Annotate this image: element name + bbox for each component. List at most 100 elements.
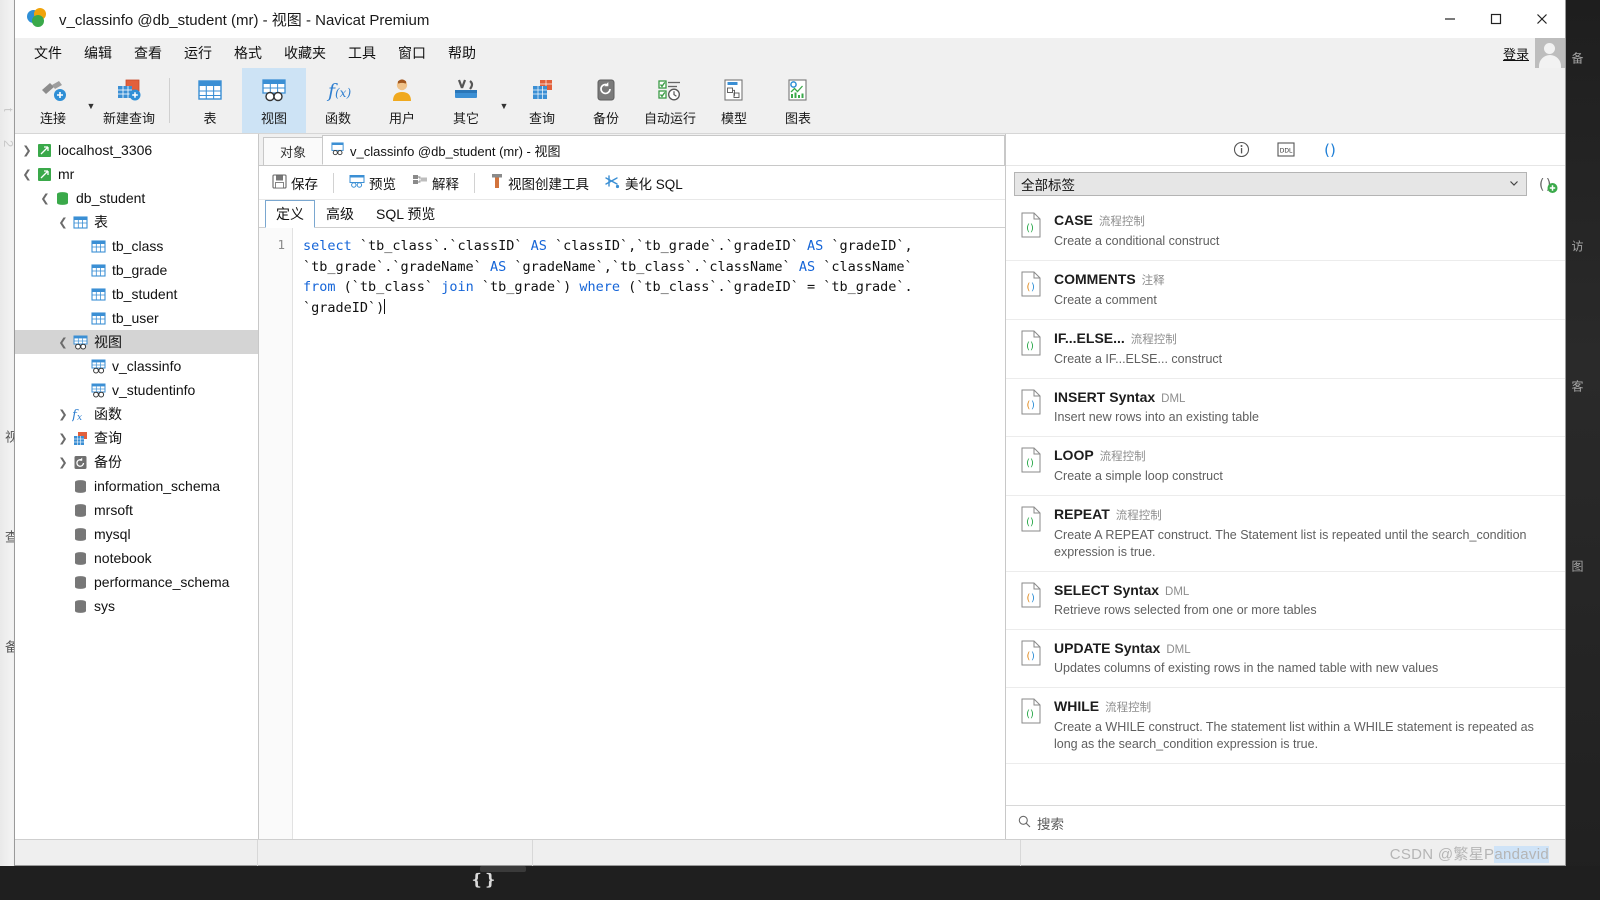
list-item[interactable]: () LOOP 流程控制 Create a simple loop constru… [1006, 437, 1565, 496]
toolbar-query[interactable]: 查询 [510, 68, 574, 133]
toolbar-user[interactable]: 用户 [370, 68, 434, 133]
menu-help[interactable]: 帮助 [437, 39, 487, 67]
tree-item-views-folder[interactable]: ❮ 视图 [15, 330, 258, 354]
tree-item-v_studentinfo[interactable]: ❯ v_studentinfo [15, 378, 258, 402]
chevron-down-icon[interactable]: ❮ [55, 216, 71, 229]
connection-dropdown-caret-icon[interactable]: ▼ [85, 68, 97, 133]
list-item[interactable]: () WHILE 流程控制 Create a WHILE construct. T… [1006, 688, 1565, 764]
toolbar-table[interactable]: 表 [178, 68, 242, 133]
tree-item-db_student[interactable]: ❮ db_student [15, 186, 258, 210]
snippets-icon[interactable]: () [1320, 140, 1340, 160]
taskbar-icon[interactable]: ❴❵ [470, 870, 497, 890]
subtab-definition[interactable]: 定义 [265, 200, 315, 228]
toolbar-new-query[interactable]: 新建查询 [97, 68, 161, 133]
tree-item-notebook[interactable]: ❯ notebook [15, 546, 258, 570]
preview-icon [349, 174, 365, 192]
avatar[interactable] [1535, 38, 1565, 68]
menu-window[interactable]: 窗口 [387, 39, 437, 67]
tree-item-v_classinfo[interactable]: ❯ v_classinfo [15, 354, 258, 378]
toolbar-model[interactable]: 模型 [702, 68, 766, 133]
tree-item-tb_student[interactable]: ❯ tb_student [15, 282, 258, 306]
toolbar-function[interactable]: f (x) 函数 [306, 68, 370, 133]
chevron-right-icon[interactable]: ❯ [55, 408, 71, 421]
tab-objects[interactable]: 对象 [263, 137, 324, 165]
toolbar-backup[interactable]: 备份 [574, 68, 638, 133]
toolbar-chart[interactable]: 图表 [766, 68, 830, 133]
tree-item-mysql[interactable]: ❯ mysql [15, 522, 258, 546]
list-item[interactable]: () UPDATE Syntax DML Updates columns of e… [1006, 630, 1565, 688]
list-item[interactable]: () REPEAT 流程控制 Create A REPEAT construct.… [1006, 496, 1565, 572]
function-icon: f (x) [323, 75, 353, 105]
minimize-button[interactable] [1427, 0, 1473, 38]
main-toolbar: 连接 ▼ 新建查询 表 视图 f (x) 函数 用户 其它 ▼ 查询 备份 自动… [15, 68, 1565, 134]
menu-file[interactable]: 文件 [23, 39, 73, 67]
tree-item-functions-folder[interactable]: ❯ fx 函数 [15, 402, 258, 426]
chevron-right-icon[interactable]: ❯ [55, 432, 71, 445]
explain-button[interactable]: 解释 [405, 170, 466, 196]
other-dropdown-caret-icon[interactable]: ▼ [498, 68, 510, 133]
tab-label: v_classinfo @db_student (mr) - 视图 [350, 143, 561, 159]
view-builder-button[interactable]: 视图创建工具 [483, 170, 596, 196]
tree-item-sys[interactable]: ❯ sys [15, 594, 258, 618]
list-item[interactable]: () COMMENTS 注释 Create a comment [1006, 261, 1565, 320]
beautify-sql-button[interactable]: 美化 SQL [598, 170, 690, 196]
sql-editor[interactable]: 1 select `tb_class`.`classID` AS `classI… [259, 228, 1005, 839]
tree-item-label: tb_student [112, 286, 178, 302]
menu-format[interactable]: 格式 [223, 39, 273, 67]
tree-item-tb_grade[interactable]: ❯ tb_grade [15, 258, 258, 282]
toolbar-view[interactable]: 视图 [242, 68, 306, 133]
tree-item-performance_schema[interactable]: ❯ performance_schema [15, 570, 258, 594]
list-item[interactable]: () INSERT Syntax DML Insert new rows into… [1006, 379, 1565, 437]
chevron-right-icon[interactable]: ❯ [19, 144, 35, 157]
subtab-sql-preview[interactable]: SQL 预览 [365, 200, 446, 227]
svg-text:(): () [1026, 709, 1034, 720]
login-link[interactable]: 登录 [1503, 44, 1529, 63]
tree-item-mrsoft[interactable]: ❯ mrsoft [15, 498, 258, 522]
tree-item-tb_user[interactable]: ❯ tb_user [15, 306, 258, 330]
chevron-down-icon[interactable]: ❮ [37, 192, 53, 205]
tree-item-backups-folder[interactable]: ❯ 备份 [15, 450, 258, 474]
tree-item-tb_class[interactable]: ❯ tb_class [15, 234, 258, 258]
navigation-pane[interactable]: ❯ localhost_3306 ❮ mr ❮ db_student ❮ 表 t… [15, 134, 259, 839]
status-cell-2 [258, 839, 533, 866]
tree-item-tables-folder[interactable]: ❮ 表 [15, 210, 258, 234]
menu-tools[interactable]: 工具 [337, 39, 387, 67]
add-snippet-icon[interactable]: ( ) [1535, 172, 1561, 196]
info-icon[interactable] [1232, 140, 1252, 160]
snippet-file-icon: () [1020, 640, 1042, 666]
menu-edit[interactable]: 编辑 [73, 39, 123, 67]
toolbar-other[interactable]: 其它 [434, 68, 498, 133]
view-builder-label: 视图创建工具 [508, 176, 589, 192]
tree-item-information_schema[interactable]: ❯ information_schema [15, 474, 258, 498]
chevron-down-icon[interactable]: ❮ [19, 168, 35, 181]
tree-item-localhost_3306[interactable]: ❯ localhost_3306 [15, 138, 258, 162]
chevron-right-icon[interactable]: ❯ [55, 456, 71, 469]
menu-run[interactable]: 运行 [173, 39, 223, 67]
menu-view[interactable]: 查看 [123, 39, 173, 67]
save-button[interactable]: 保存 [265, 170, 325, 196]
snippet-tag: DML [1161, 393, 1186, 405]
tab-v_classinfo-view[interactable]: v_classinfo @db_student (mr) - 视图 [322, 135, 574, 165]
menu-favorites[interactable]: 收藏夹 [273, 39, 337, 67]
list-item[interactable]: () CASE 流程控制 Create a conditional constru… [1006, 202, 1565, 261]
snippet-list[interactable]: () CASE 流程控制 Create a conditional constru… [1006, 202, 1565, 805]
status-cell-3 [533, 839, 1021, 866]
maximize-button[interactable] [1473, 0, 1519, 38]
search-input[interactable]: 搜索 [1037, 813, 1064, 833]
snippet-search-box[interactable]: 搜索 [1006, 805, 1565, 839]
tree-item-queries-folder[interactable]: ❯ 查询 [15, 426, 258, 450]
toolbar-connection[interactable]: 连接 [21, 68, 85, 133]
subtab-advanced[interactable]: 高级 [315, 200, 365, 227]
list-item[interactable]: () SELECT Syntax DML Retrieve rows select… [1006, 572, 1565, 630]
tree-item-mr[interactable]: ❮ mr [15, 162, 258, 186]
list-item[interactable]: () IF...ELSE... 流程控制 Create a IF...ELSE..… [1006, 320, 1565, 379]
chevron-down-icon[interactable]: ❮ [55, 336, 71, 349]
tag-filter-select[interactable]: 全部标签 [1014, 172, 1527, 196]
desktop-glyph-2: 访 [1570, 240, 1584, 253]
chevron-down-icon[interactable] [1508, 177, 1520, 192]
toolbar-automation[interactable]: 自动运行 [638, 68, 702, 133]
ddl-icon[interactable]: DDL [1276, 140, 1296, 160]
sql-code-area[interactable]: select `tb_class`.`classID` AS `classID`… [293, 228, 1005, 839]
close-button[interactable] [1519, 0, 1565, 38]
preview-button[interactable]: 预览 [342, 170, 403, 196]
